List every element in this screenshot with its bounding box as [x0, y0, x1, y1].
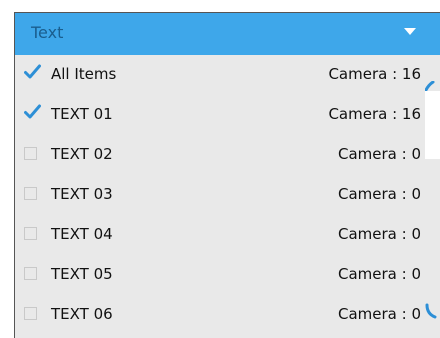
list-item[interactable]: TEXT 01 Camera : 16	[15, 95, 425, 135]
checkbox[interactable]	[24, 267, 37, 280]
item-label: TEXT 05	[51, 265, 113, 283]
chevron-down-icon[interactable]	[404, 28, 416, 35]
item-camera-count: Camera : 0	[338, 225, 421, 243]
item-label: TEXT 01	[51, 105, 113, 123]
checkbox[interactable]	[24, 307, 37, 320]
dropdown-title: Text	[31, 23, 64, 42]
group-filter-dropdown: Text All Items Camera : 16 TEXT 01 Camer…	[14, 12, 440, 338]
item-camera-count: Camera : 16	[328, 65, 421, 83]
scrollbar-thumb[interactable]	[425, 91, 440, 159]
item-label: TEXT 04	[51, 225, 113, 243]
item-camera-count: Camera : 0	[338, 265, 421, 283]
checkbox[interactable]	[24, 147, 37, 160]
checkmark-icon	[24, 104, 41, 119]
checkbox[interactable]	[24, 227, 37, 240]
list-item[interactable]: TEXT 03 Camera : 0	[15, 175, 425, 215]
item-camera-count: Camera : 0	[338, 305, 421, 323]
item-label: TEXT 02	[51, 145, 113, 163]
item-label: TEXT 03	[51, 185, 113, 203]
list-item[interactable]: TEXT 05 Camera : 0	[15, 255, 425, 295]
scroll-up-icon[interactable]	[425, 81, 440, 91]
list-item-all[interactable]: All Items Camera : 16	[15, 55, 425, 95]
item-camera-count: Camera : 0	[338, 185, 421, 203]
scrollbar[interactable]	[425, 55, 440, 338]
checkbox[interactable]	[24, 187, 37, 200]
item-camera-count: Camera : 16	[328, 105, 421, 123]
dropdown-header[interactable]: Text	[15, 13, 440, 55]
list-item[interactable]: TEXT 06 Camera : 0	[15, 295, 425, 335]
item-label: TEXT 06	[51, 305, 113, 323]
item-camera-count: Camera : 0	[338, 145, 421, 163]
list-item[interactable]: TEXT 02 Camera : 0	[15, 135, 425, 175]
scroll-down-icon[interactable]	[425, 303, 440, 319]
list-item[interactable]: TEXT 04 Camera : 0	[15, 215, 425, 255]
item-label: All Items	[51, 65, 117, 83]
checkmark-icon	[24, 64, 41, 79]
item-list: All Items Camera : 16 TEXT 01 Camera : 1…	[15, 55, 440, 338]
